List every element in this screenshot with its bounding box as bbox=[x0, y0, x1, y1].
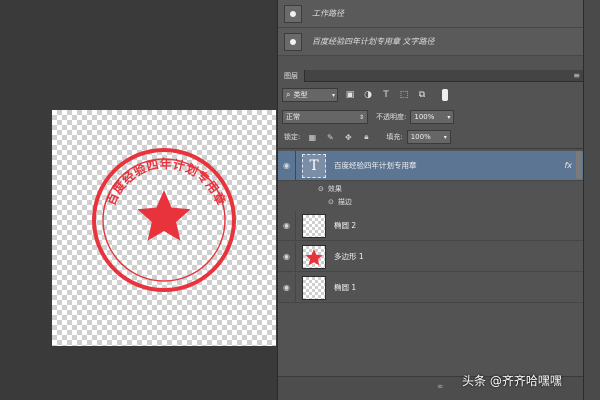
panels-dock: 工作路径 百度经验四年计划专用章 文字路径 图层 ≡ ⌕ 类型 ▾ ▣ ◑ T … bbox=[277, 0, 584, 400]
layer-thumbnail bbox=[302, 213, 326, 238]
layer-filter-bar: ⌕ 类型 ▾ ▣ ◑ T ⬚ ⧉ bbox=[278, 84, 584, 106]
panel-menu-icon[interactable]: ≡ bbox=[573, 71, 580, 80]
blend-mode-value: 正常 bbox=[286, 113, 300, 121]
eye-icon[interactable]: ◉ bbox=[278, 151, 296, 180]
stamp-star bbox=[137, 190, 191, 241]
filter-kind-value: 类型 bbox=[293, 91, 308, 99]
lock-label: 锁定: bbox=[284, 133, 301, 141]
fill-input[interactable]: 100% ▾ bbox=[406, 130, 451, 144]
effects-row[interactable]: ⊙ 效果 bbox=[278, 183, 584, 195]
layer-row-text[interactable]: ◉ T 百度经验四年计划专用章 fx bbox=[278, 151, 584, 181]
lock-position-icon[interactable]: ✥ bbox=[342, 131, 354, 143]
lock-pixels-icon[interactable]: ▦ bbox=[306, 131, 318, 143]
lock-all-icon[interactable]: 🔒︎ bbox=[360, 131, 372, 143]
opacity-input[interactable]: 100% ▾ bbox=[410, 110, 455, 124]
chevron-down-icon: ⇕ bbox=[358, 113, 364, 121]
fill-label: 填充: bbox=[386, 133, 403, 141]
fill-value: 100% bbox=[410, 133, 431, 141]
tab-layers[interactable]: 图层 bbox=[278, 70, 305, 82]
layer-scroll-indicator[interactable] bbox=[576, 151, 582, 179]
adjustment-filter-icon[interactable]: ◑ bbox=[362, 89, 374, 101]
layer-row-ellipse-1[interactable]: ◉ 椭圆 1 bbox=[278, 273, 584, 303]
watermark: 头条 @齐齐哈嘿嘿 bbox=[462, 374, 562, 388]
lock-fill-bar: 锁定: ▦ ✎ ✥ 🔒︎ 填充: 100% ▾ bbox=[278, 126, 584, 148]
blend-mode-select[interactable]: 正常 ⇕ bbox=[282, 110, 368, 124]
opacity-label: 不透明度: bbox=[376, 113, 407, 121]
shape-filter-icon[interactable]: ⬚ bbox=[398, 89, 410, 101]
opacity-value: 100% bbox=[414, 113, 435, 121]
eye-icon[interactable]: ◉ bbox=[278, 242, 296, 271]
fx-badge[interactable]: fx bbox=[564, 161, 572, 170]
image-filter-icon[interactable]: ▣ bbox=[344, 89, 356, 101]
layer-row-polygon-1[interactable]: ◉ 多边形 1 bbox=[278, 242, 584, 272]
filter-kind-select[interactable]: ⌕ 类型 ▾ bbox=[282, 88, 338, 102]
document-canvas[interactable]: 百度经验四年计划专用章 bbox=[52, 110, 276, 346]
layer-row-ellipse-2[interactable]: ◉ 椭圆 2 bbox=[278, 211, 584, 241]
layer-name: 椭圆 2 bbox=[334, 221, 357, 230]
right-collapsed-panel-bar bbox=[583, 0, 600, 400]
search-icon: ⌕ bbox=[286, 90, 291, 99]
stroke-effect-label: 描边 bbox=[337, 198, 352, 206]
star-thumbnail-icon bbox=[305, 248, 323, 265]
chevron-down-icon: ▾ bbox=[443, 133, 447, 141]
chevron-down-icon: ▾ bbox=[447, 113, 451, 121]
eye-icon[interactable]: ⊙ bbox=[328, 198, 334, 206]
layer-thumbnail bbox=[302, 275, 326, 300]
eye-icon[interactable]: ◉ bbox=[278, 211, 296, 240]
path-state-icon bbox=[284, 4, 302, 23]
canvas-area[interactable]: 百度经验四年计划专用章 bbox=[0, 0, 277, 400]
layer-thumbnail bbox=[302, 244, 326, 269]
layer-name: 椭圆 1 bbox=[334, 283, 357, 292]
effects-icon: ⊙ bbox=[318, 185, 324, 193]
stamp-graphic: 百度经验四年计划专用章 bbox=[92, 148, 236, 292]
text-layer-thumbnail: T bbox=[302, 153, 326, 178]
stroke-effect-row[interactable]: ⊙ 描边 bbox=[278, 196, 584, 208]
path-state-icon bbox=[284, 32, 302, 51]
history-item[interactable]: 百度经验四年计划专用章 文字路径 bbox=[278, 28, 584, 56]
link-layers-icon[interactable]: ⚭ bbox=[436, 382, 444, 393]
eye-icon[interactable]: ◉ bbox=[278, 273, 296, 302]
history-item-label: 百度经验四年计划专用章 文字路径 bbox=[312, 37, 435, 46]
lock-image-icon[interactable]: ✎ bbox=[324, 131, 336, 143]
effects-label: 效果 bbox=[327, 185, 342, 193]
filter-toggle[interactable] bbox=[442, 89, 448, 101]
layer-name: 百度经验四年计划专用章 bbox=[334, 161, 417, 170]
layers-panel-header: 图层 ≡ bbox=[278, 70, 584, 82]
type-filter-icon[interactable]: T bbox=[380, 89, 392, 101]
layer-list: ◉ T 百度经验四年计划专用章 fx ⊙ 效果 ⊙ 描边 ◉ 椭圆 2 ◉ 多边… bbox=[278, 148, 584, 376]
blend-opacity-bar: 正常 ⇕ 不透明度: 100% ▾ bbox=[278, 106, 584, 128]
chevron-down-icon: ▾ bbox=[331, 91, 335, 99]
smart-object-filter-icon[interactable]: ⧉ bbox=[416, 89, 428, 101]
layer-name: 多边形 1 bbox=[334, 252, 364, 261]
history-item-label: 工作路径 bbox=[312, 9, 344, 18]
history-item[interactable]: 工作路径 bbox=[278, 0, 584, 28]
